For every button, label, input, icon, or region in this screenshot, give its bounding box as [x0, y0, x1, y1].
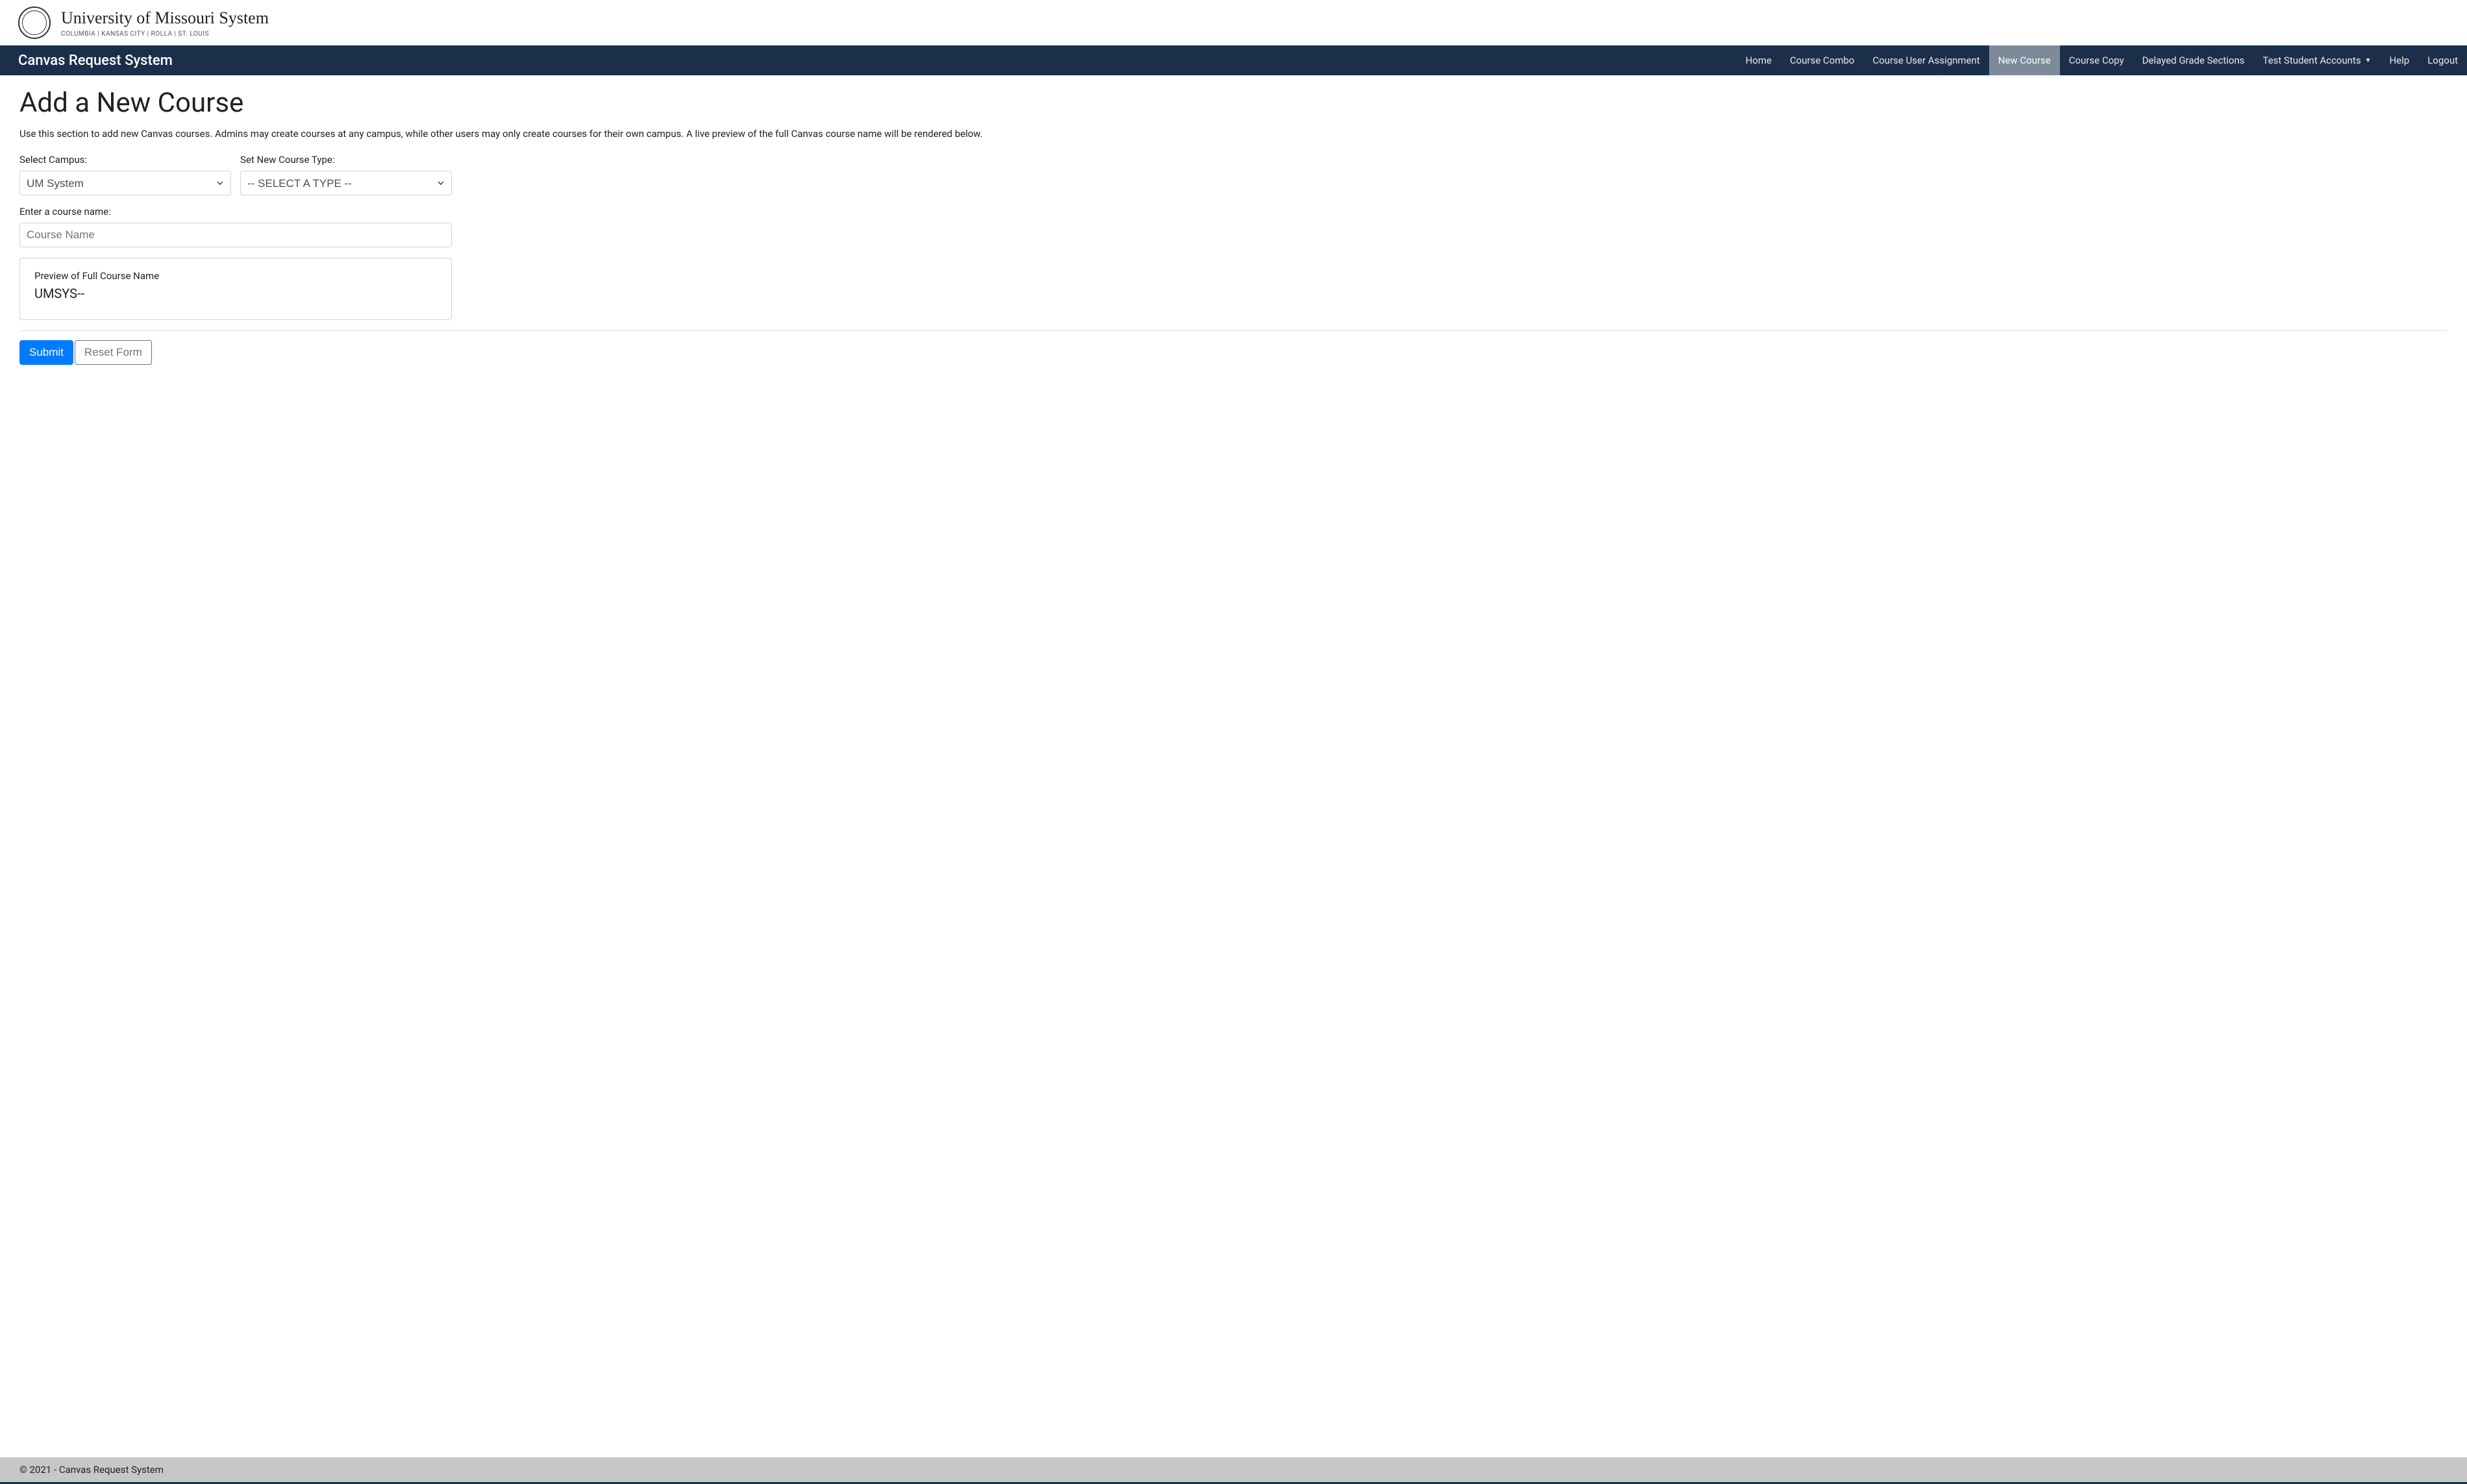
campus-select[interactable]: UM System: [19, 171, 231, 195]
course-name-label: Enter a course name:: [19, 206, 452, 217]
nav-test-student-accounts-label: Test Student Accounts: [2262, 55, 2361, 66]
footer-text: © 2021 - Canvas Request System: [19, 1464, 164, 1476]
page-title: Add a New Course: [19, 87, 2448, 119]
chevron-down-icon: ▼: [2365, 57, 2372, 64]
main-content: Add a New Course Use this section to add…: [0, 75, 2467, 377]
nav-course-combo[interactable]: Course Combo: [1781, 45, 1864, 75]
form-row-selects: Select Campus: UM System Set New Course …: [19, 154, 2448, 195]
course-name-input[interactable]: [19, 223, 452, 247]
logo-text-block: University of Missouri System COLUMBIA |…: [61, 8, 269, 38]
nav-course-user-assignment[interactable]: Course User Assignment: [1863, 45, 1989, 75]
course-name-group: Enter a course name:: [19, 206, 452, 247]
button-row: Submit Reset Form: [19, 340, 2448, 365]
divider: [19, 330, 2448, 331]
nav-new-course[interactable]: New Course: [1989, 45, 2060, 75]
nav-course-copy[interactable]: Course Copy: [2060, 45, 2133, 75]
navbar-brand[interactable]: Canvas Request System: [18, 53, 173, 69]
nav-test-student-accounts[interactable]: Test Student Accounts ▼: [2253, 45, 2380, 75]
campus-group: Select Campus: UM System: [19, 154, 231, 195]
submit-button[interactable]: Submit: [19, 340, 73, 365]
logo-title: University of Missouri System: [61, 8, 269, 28]
preview-card: Preview of Full Course Name UMSYS--: [19, 258, 452, 320]
preview-label: Preview of Full Course Name: [34, 270, 437, 282]
footer: © 2021 - Canvas Request System: [0, 1457, 2467, 1484]
type-select[interactable]: -- SELECT A TYPE --: [240, 171, 452, 195]
campus-label: Select Campus:: [19, 154, 231, 166]
nav-delayed-grade-sections[interactable]: Delayed Grade Sections: [2133, 45, 2254, 75]
university-seal-icon: [18, 6, 51, 39]
main-navbar: Canvas Request System Home Course Combo …: [0, 45, 2467, 75]
logo-subtitle: COLUMBIA | KANSAS CITY | ROLLA | ST. LOU…: [61, 31, 269, 38]
header-logo-area: University of Missouri System COLUMBIA |…: [0, 0, 2467, 45]
nav-help[interactable]: Help: [2380, 45, 2418, 75]
navbar-nav: Home Course Combo Course User Assignment…: [1737, 45, 2467, 75]
preview-value: UMSYS--: [34, 286, 437, 301]
reset-button[interactable]: Reset Form: [75, 340, 152, 365]
page-description: Use this section to add new Canvas cours…: [19, 128, 2448, 140]
nav-home[interactable]: Home: [1737, 45, 1781, 75]
type-group: Set New Course Type: -- SELECT A TYPE --: [240, 154, 452, 195]
nav-logout[interactable]: Logout: [2418, 45, 2467, 75]
type-label: Set New Course Type:: [240, 154, 452, 166]
